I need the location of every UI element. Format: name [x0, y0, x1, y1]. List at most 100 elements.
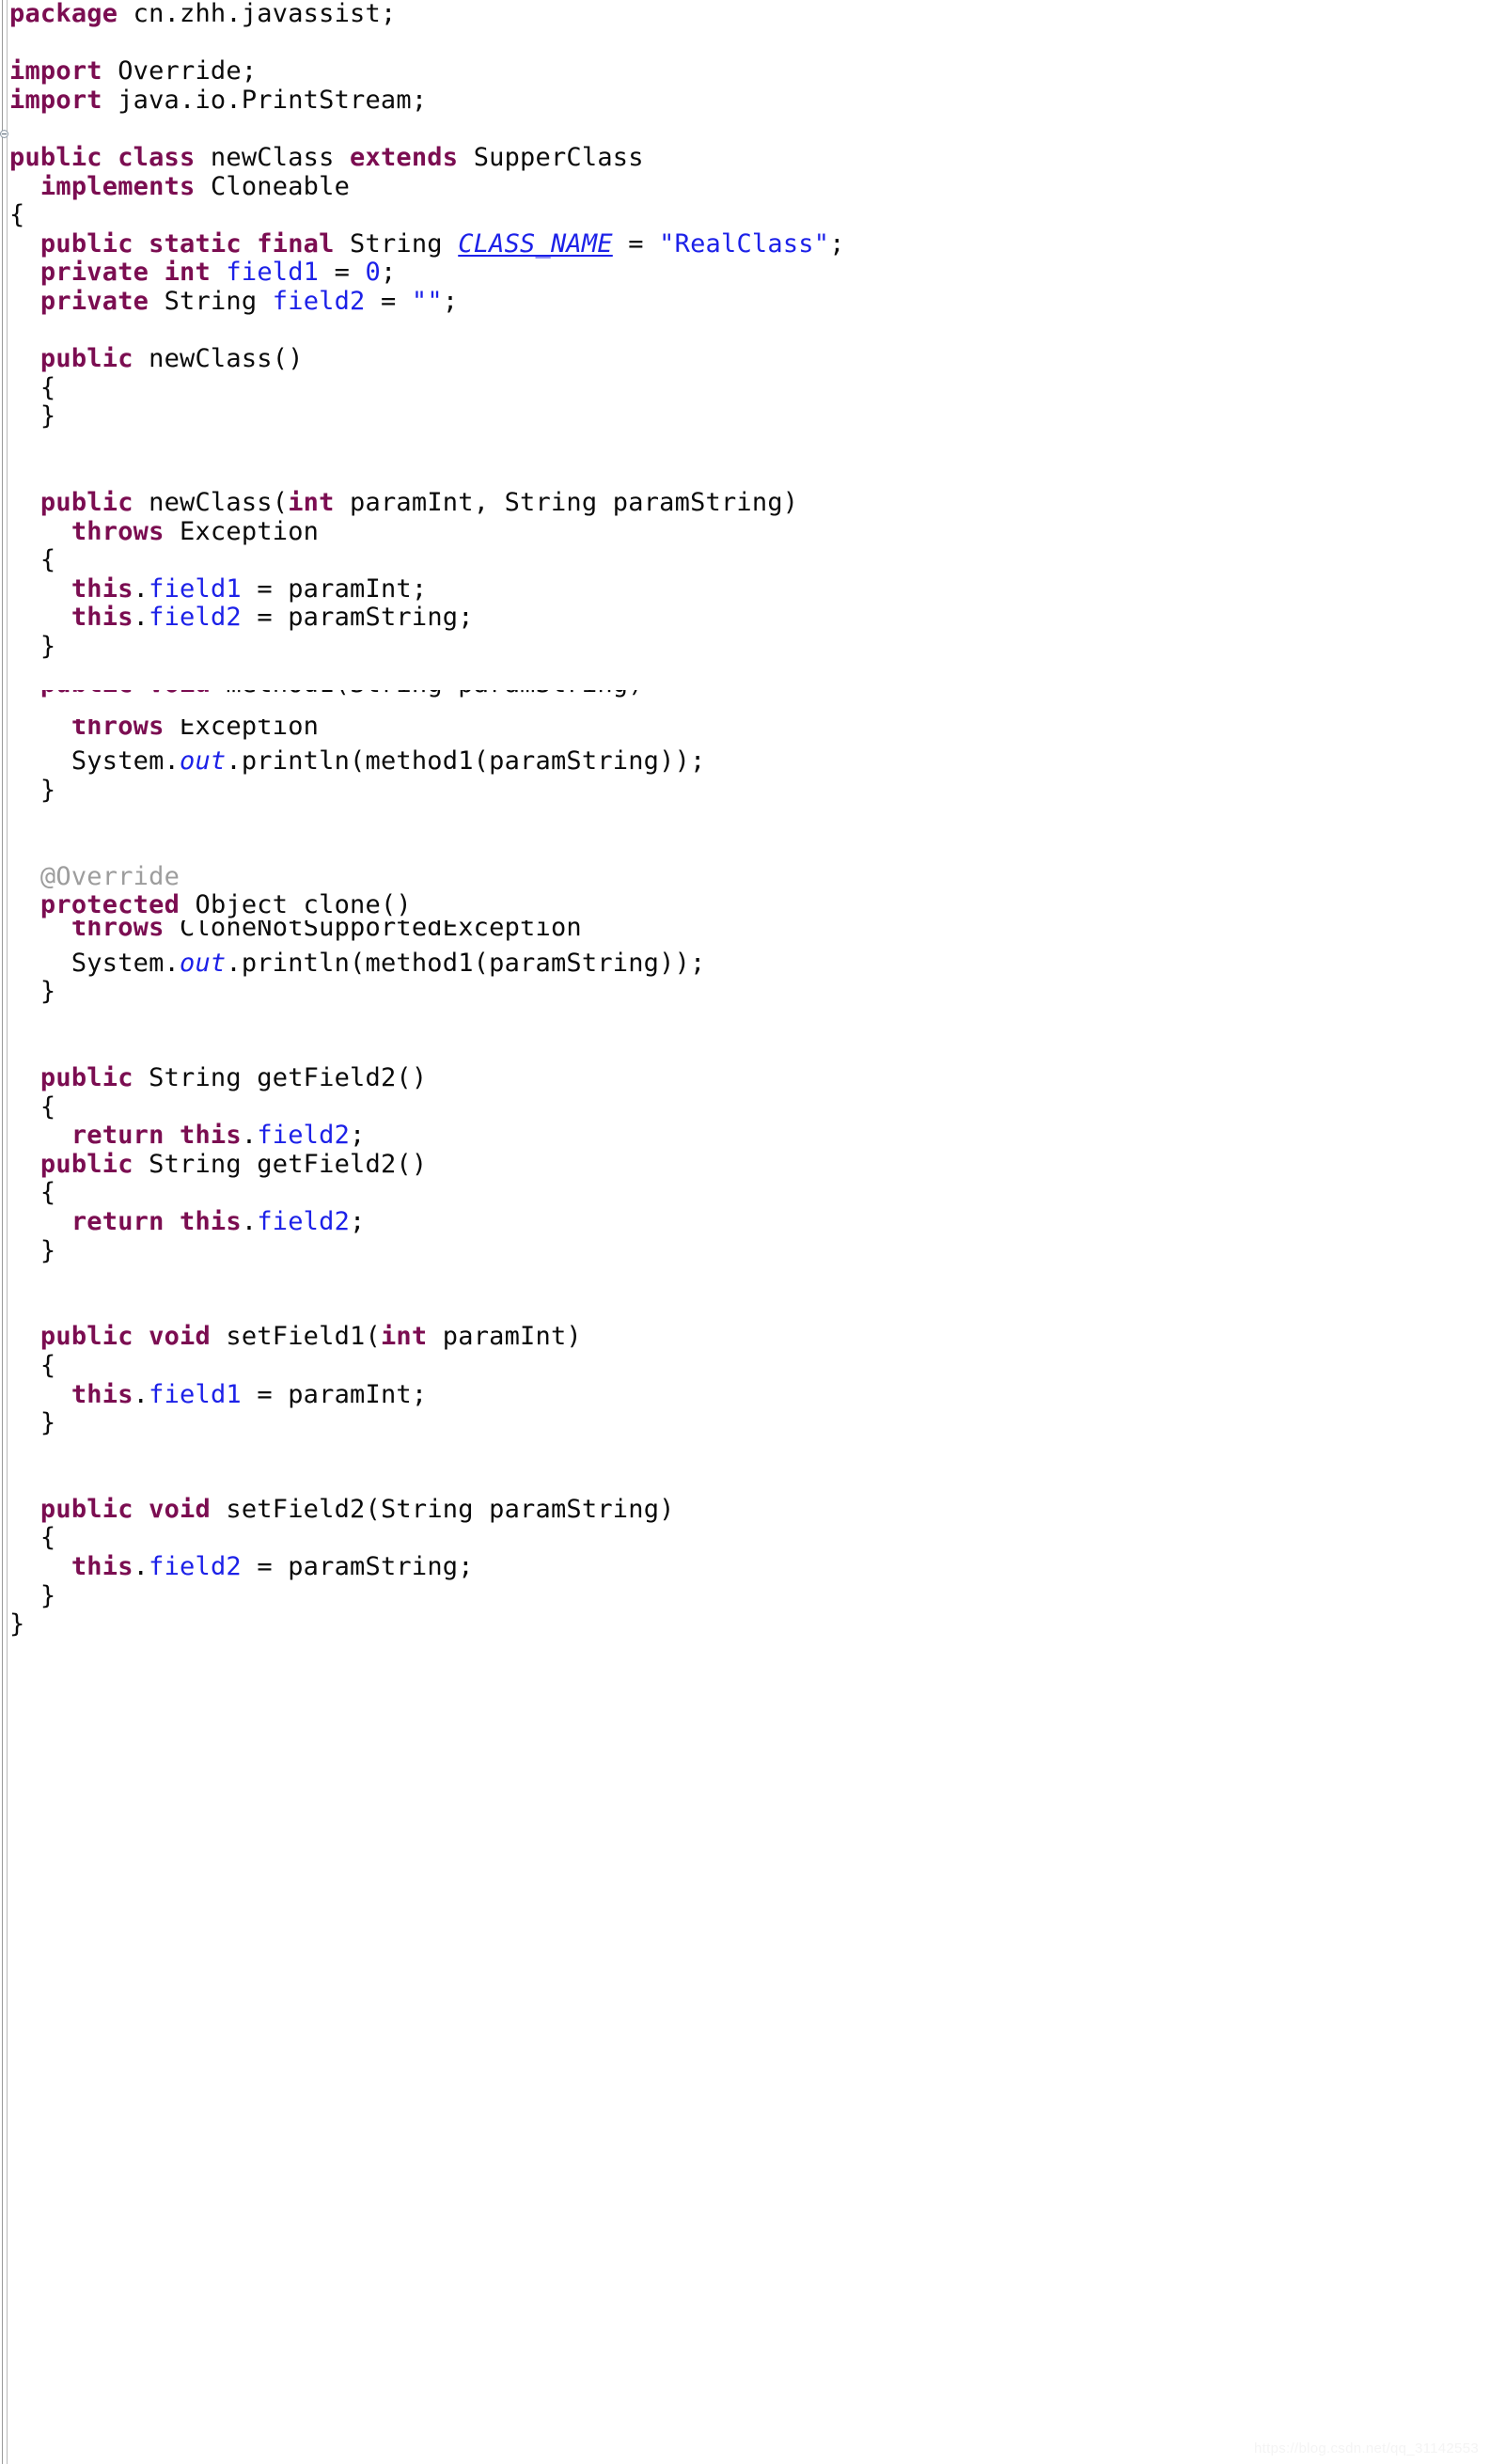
code-token-plain: = paramString; [241, 1552, 474, 1582]
code-token-kw: public void [39, 1494, 211, 1524]
code-line[interactable]: public String getField2() [9, 1063, 1476, 1093]
code-line[interactable]: @Override [9, 862, 1476, 892]
code-token-plain: System. [9, 948, 180, 978]
code-token-kw: throws [71, 920, 165, 942]
code-line[interactable]: public void setField1(int paramInt) [9, 1323, 1476, 1352]
code-token-plain: String [334, 228, 459, 259]
code-line[interactable] [9, 115, 1476, 144]
code-token-plain: . [133, 1552, 149, 1582]
code-line[interactable]: System.out.println(method1(paramString))… [9, 747, 1476, 777]
code-line[interactable]: public newClass(int paramInt, String par… [9, 488, 1476, 518]
code-token-staticfld: out [180, 948, 227, 978]
code-line[interactable]: } [9, 1581, 1476, 1611]
code-line[interactable]: this.field1 = paramInt; [9, 574, 1476, 604]
code-line[interactable] [9, 662, 1476, 691]
code-token-kw: private [39, 286, 149, 316]
code-line[interactable]: import Override; [9, 56, 1476, 86]
code-token-plain: { [9, 545, 56, 575]
code-line[interactable]: public class newClass extends SupperClas… [9, 142, 1476, 173]
code-line-content: public void method1(String paramString) [9, 690, 644, 699]
code-token-field: field2 [257, 1206, 351, 1236]
code-token-kw: extends [350, 142, 459, 172]
code-token-str: "" [411, 286, 443, 316]
code-line[interactable]: { [9, 545, 1476, 575]
code-line[interactable]: return this.field2; [9, 1121, 1476, 1151]
code-token-plain: { [9, 1523, 56, 1553]
code-token-plain: . [133, 603, 149, 633]
code-line[interactable]: System.out.println(method1(paramString))… [9, 948, 1476, 979]
code-line[interactable] [9, 1467, 1476, 1496]
code-token-field: field2 [149, 603, 242, 633]
code-line[interactable]: { [9, 372, 1476, 403]
code-token-plain: = [365, 286, 412, 316]
code-token-kw: throws [71, 516, 165, 546]
code-token-plain: java.io.PrintStream; [102, 85, 428, 115]
code-line[interactable]: import java.io.PrintStream; [9, 86, 1476, 116]
code-token-plain: { [9, 1350, 56, 1380]
source-code-block[interactable]: package cn.zhh.javassist; import Overrid… [9, 0, 1476, 1640]
code-line[interactable] [9, 317, 1476, 346]
code-line[interactable]: return this.field2; [9, 1206, 1476, 1237]
code-line[interactable]: } [9, 1236, 1476, 1266]
code-line[interactable]: { [9, 200, 1476, 230]
code-line[interactable] [9, 1295, 1476, 1324]
code-line[interactable]: { [9, 1524, 1476, 1553]
code-token-kw: package [9, 0, 118, 28]
code-line[interactable] [9, 834, 1476, 863]
code-line[interactable]: } [9, 776, 1476, 806]
code-line-clipped[interactable]: throws CloneNotSupportedException [9, 920, 1476, 950]
code-line[interactable]: public String getField2() [9, 1150, 1476, 1180]
code-line[interactable]: } [9, 632, 1476, 662]
code-line-clipped[interactable]: throws Exception [9, 719, 1476, 748]
code-token-plain: ; [829, 228, 845, 259]
code-token-plain: Exception [164, 516, 320, 546]
code-line[interactable]: this.field2 = paramString; [9, 1552, 1476, 1582]
code-line[interactable]: { [9, 1092, 1476, 1122]
code-line[interactable] [9, 806, 1476, 835]
code-line[interactable] [9, 1007, 1476, 1036]
code-line[interactable]: protected Object clone() [9, 891, 1476, 920]
code-token-field: field2 [149, 1552, 242, 1582]
code-token-str: "RealClass" [659, 228, 830, 259]
code-line[interactable]: this.field2 = paramString; [9, 604, 1476, 633]
code-line[interactable] [9, 461, 1476, 490]
collapse-fold-icon[interactable] [0, 130, 8, 138]
code-line[interactable]: } [9, 1609, 1476, 1640]
code-line[interactable]: } [9, 402, 1476, 432]
code-line[interactable] [9, 29, 1476, 58]
code-line[interactable]: private String field2 = ""; [9, 286, 1476, 317]
code-line[interactable]: } [9, 977, 1476, 1007]
code-line[interactable]: throws Exception [9, 516, 1476, 547]
code-line[interactable]: public void setField2(String paramString… [9, 1494, 1476, 1525]
code-line-clipped[interactable]: public void method1(String paramString) [9, 690, 1476, 719]
code-token-field: field2 [257, 1121, 351, 1151]
code-line[interactable] [9, 1438, 1476, 1467]
code-token-plain: } [9, 1408, 56, 1438]
code-line[interactable]: implements Cloneable [9, 171, 1476, 202]
code-token-field: field2 [272, 286, 366, 316]
code-line[interactable]: public static final String CLASS_NAME = … [9, 228, 1476, 259]
code-line[interactable]: { [9, 1179, 1476, 1208]
code-token-plain: newClass( [133, 488, 289, 518]
code-token-kw: implements [39, 171, 196, 201]
code-token-plain: ; [350, 1206, 366, 1236]
code-line[interactable]: private int field1 = 0; [9, 259, 1476, 288]
code-line[interactable]: } [9, 1408, 1476, 1438]
code-line[interactable] [9, 1035, 1476, 1064]
code-token-plain: { [9, 372, 56, 402]
code-line[interactable]: package cn.zhh.javassist; [9, 0, 1476, 29]
code-line[interactable]: this.field1 = paramInt; [9, 1379, 1476, 1410]
code-token-plain: .println(method1(paramString)); [226, 948, 706, 978]
code-token-plain: } [9, 776, 56, 806]
code-line[interactable]: public newClass() [9, 344, 1476, 374]
code-token-plain: = paramInt; [241, 1379, 428, 1409]
code-line[interactable] [9, 432, 1476, 461]
code-line[interactable]: { [9, 1350, 1476, 1381]
code-line[interactable] [9, 1265, 1476, 1295]
